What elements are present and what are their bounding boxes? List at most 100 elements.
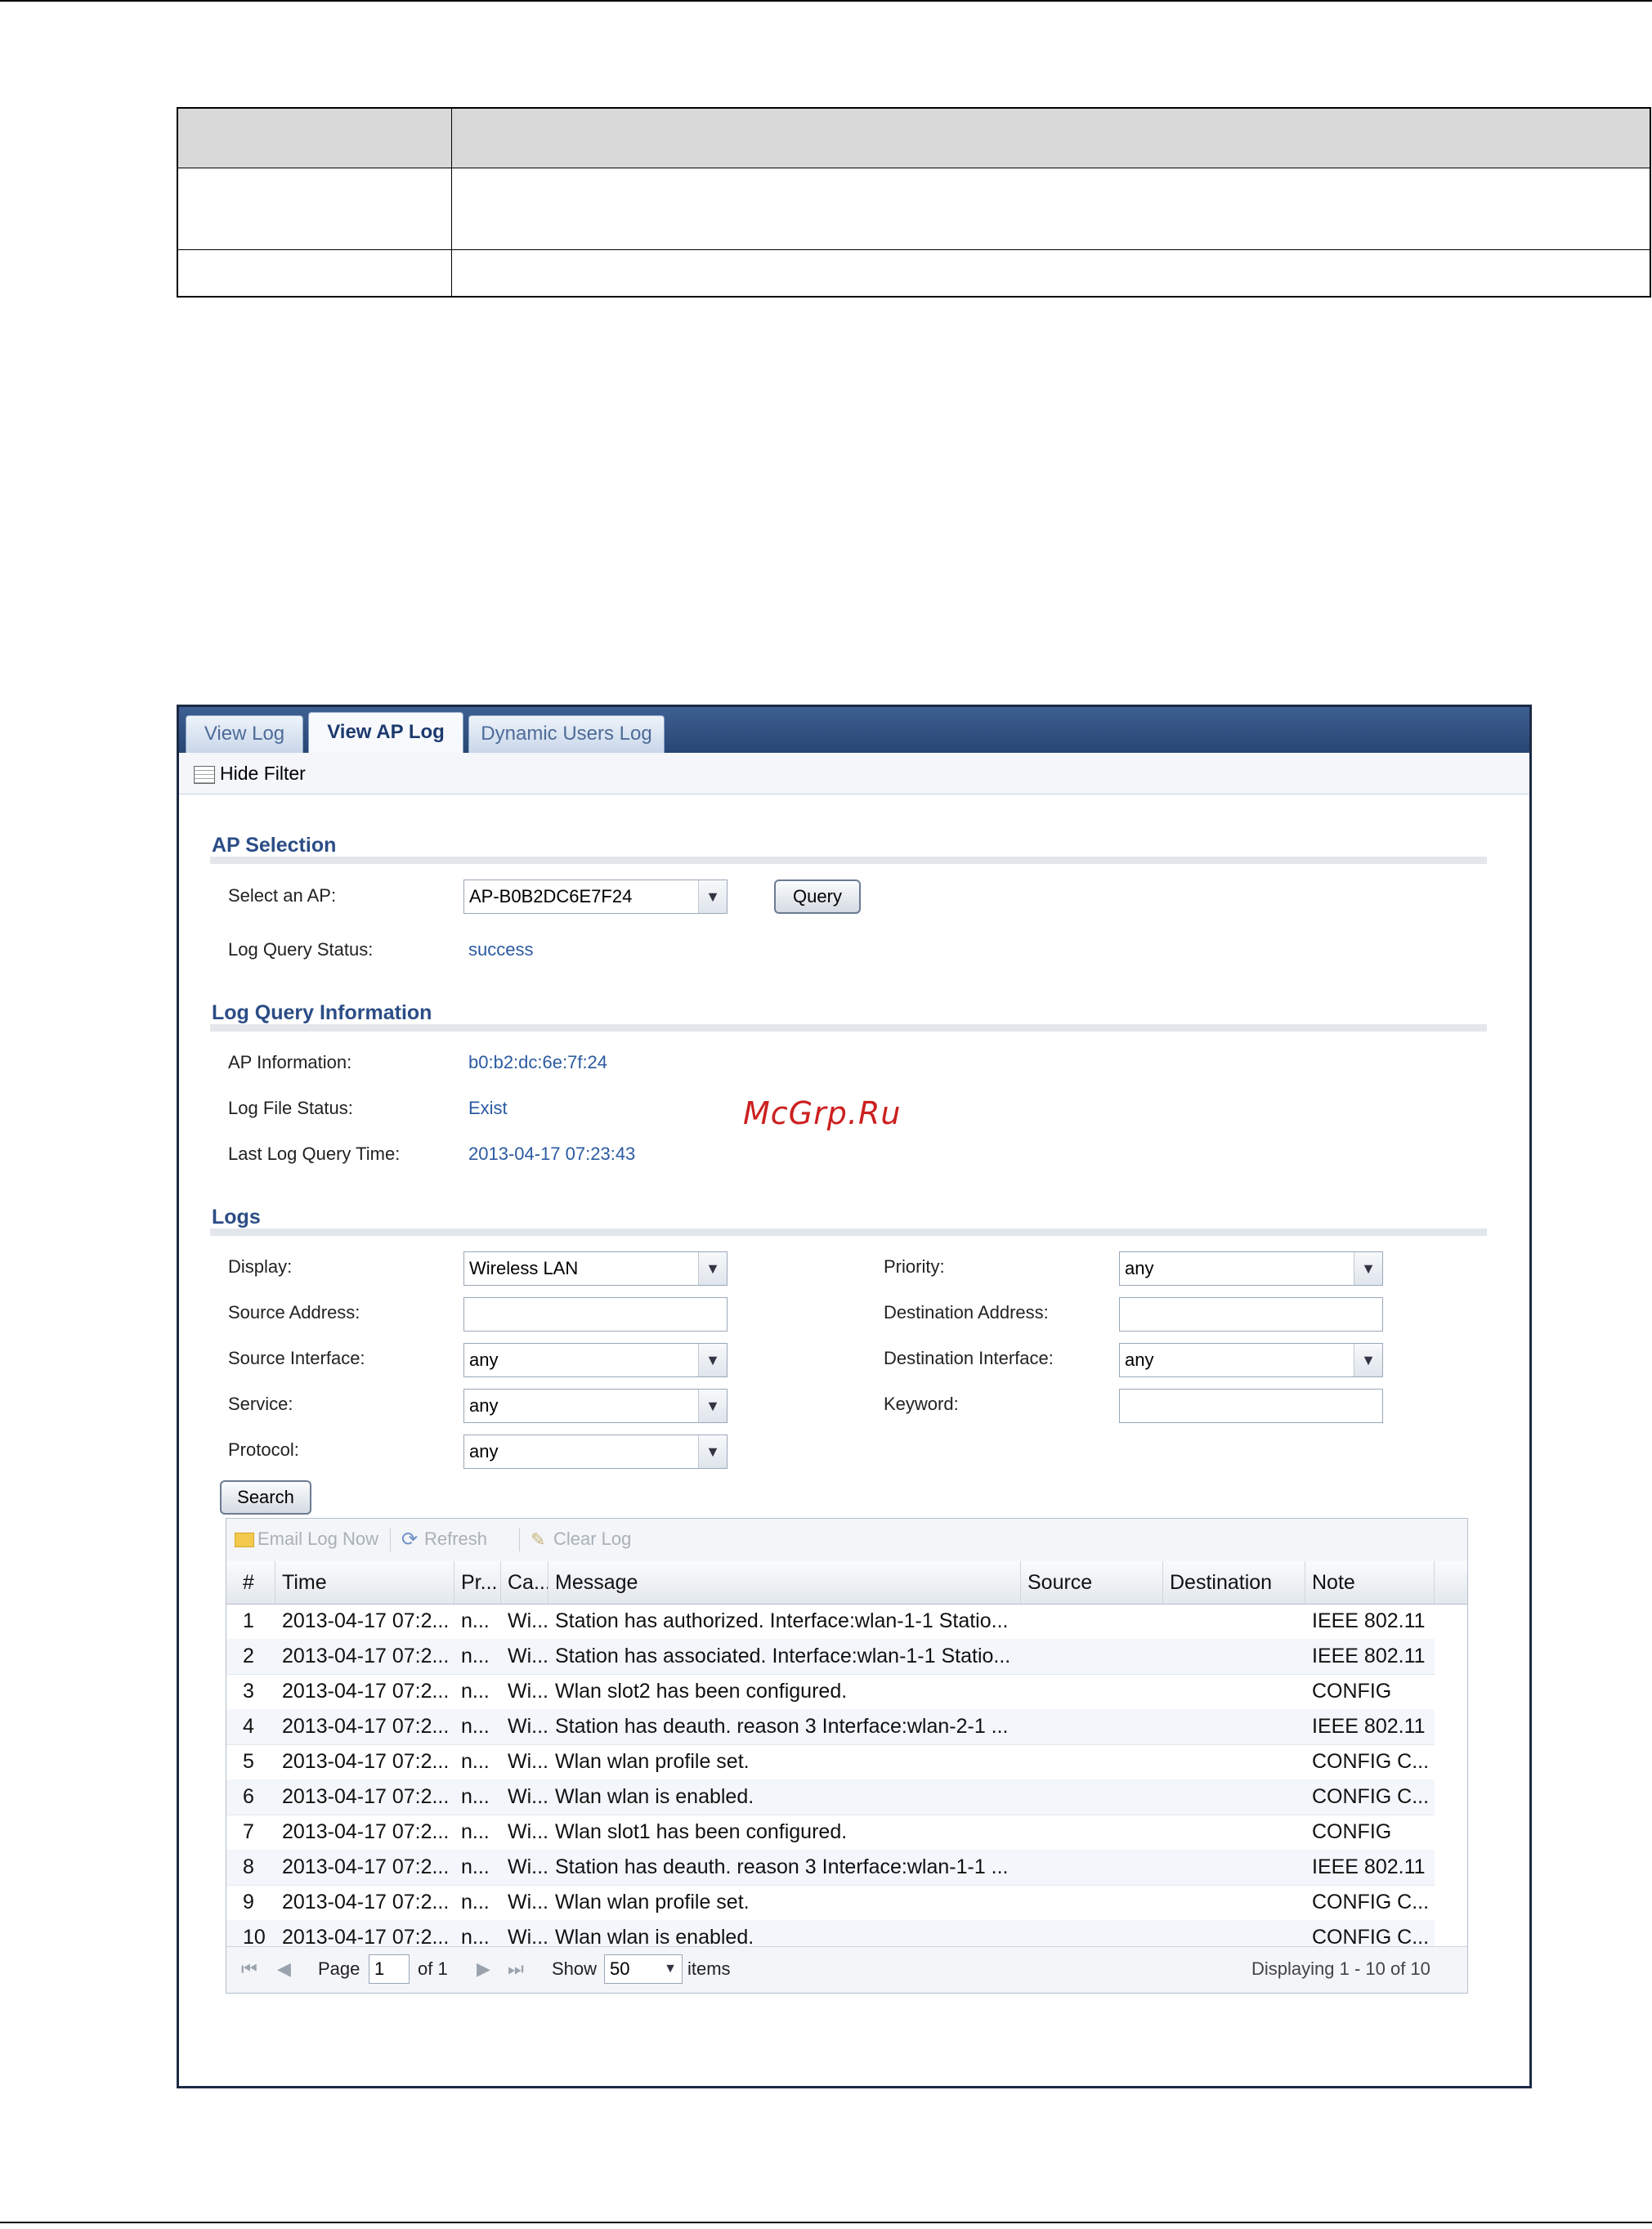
table-row[interactable]: 9 2013-04-17 07:2... n... Wi... Wlan wlan pr… <box>226 1885 1435 1921</box>
first-page-icon[interactable]: ⏮ <box>241 1958 257 1980</box>
cell-category: Wi... <box>508 1715 547 1738</box>
cell-time: 2013-04-17 07:2... <box>282 1715 450 1738</box>
clear-log-button[interactable]: ✎ Clear Log <box>531 1529 631 1550</box>
tab-dynamic-users-log[interactable]: Dynamic Users Log <box>468 715 665 753</box>
cell-destination <box>1170 1850 1304 1885</box>
tab-view-log[interactable]: View Log <box>186 715 303 753</box>
destination-interface-value: any <box>1125 1349 1154 1370</box>
last-page-icon[interactable]: ⏭ <box>508 1958 524 1980</box>
previous-page-icon[interactable]: ◀ <box>277 1958 291 1980</box>
cell-note: CONFIG C... <box>1312 1891 1430 1913</box>
log-file-status-value: Exist <box>468 1098 508 1118</box>
next-page-icon[interactable]: ▶ <box>477 1958 490 1980</box>
source-address-input[interactable] <box>463 1297 728 1332</box>
cell-time: 2013-04-17 07:2... <box>282 1820 450 1843</box>
cell-source <box>1027 1674 1162 1709</box>
cell-time: 2013-04-17 07:2... <box>282 1680 450 1703</box>
envelope-icon <box>235 1533 254 1548</box>
cell-destination <box>1170 1779 1304 1815</box>
doc-table-divider <box>451 109 452 296</box>
cell-priority: n... <box>461 1609 490 1632</box>
column-header-category[interactable]: Ca... <box>501 1561 548 1604</box>
last-log-query-time-label: Last Log Query Time: <box>228 1144 401 1164</box>
cell-time: 2013-04-17 07:2... <box>282 1609 450 1632</box>
broom-icon: ✎ <box>531 1529 546 1551</box>
cell-message: Station has authorized. Interface:wlan-1… <box>555 1609 1009 1632</box>
cell-note: CONFIG C... <box>1312 1785 1430 1808</box>
chevron-down-icon: ▼ <box>698 1435 727 1468</box>
column-header-priority[interactable]: Pr... <box>454 1561 501 1604</box>
ap-select[interactable]: AP-B0B2DC6E7F24 ▼ <box>463 880 728 914</box>
service-label: Service: <box>228 1394 293 1414</box>
doc-table <box>177 107 1651 298</box>
source-interface-label: Source Interface: <box>228 1348 365 1368</box>
column-header-note[interactable]: Note <box>1305 1561 1435 1604</box>
select-ap-label: Select an AP: <box>228 885 337 906</box>
cell-source <box>1027 1639 1162 1674</box>
destination-interface-select[interactable]: any ▼ <box>1119 1343 1383 1377</box>
ap-info-value: b0:b2:dc:6e:7f:24 <box>468 1052 608 1072</box>
cell-source <box>1027 1850 1162 1885</box>
cell-number: 9 <box>243 1891 254 1913</box>
table-row[interactable]: 2 2013-04-17 07:2... n... Wi... Station has … <box>226 1639 1435 1675</box>
chevron-down-icon: ▼ <box>698 1252 727 1285</box>
cell-priority: n... <box>461 1785 490 1808</box>
display-label: Display: <box>228 1256 293 1277</box>
page-size-select[interactable]: 50 ▼ <box>604 1954 683 1984</box>
destination-address-input[interactable] <box>1119 1297 1383 1332</box>
cell-number: 4 <box>243 1715 254 1738</box>
app-window: View Log View AP Log Dynamic Users Log H… <box>177 705 1532 2088</box>
cell-number: 7 <box>243 1820 254 1843</box>
table-row[interactable]: 6 2013-04-17 07:2... n... Wi... Wlan wlan is… <box>226 1779 1435 1815</box>
table-row[interactable]: 4 2013-04-17 07:2... n... Wi... Station has … <box>226 1709 1435 1745</box>
protocol-label: Protocol: <box>228 1439 299 1460</box>
service-select[interactable]: any ▼ <box>463 1389 728 1423</box>
log-query-status-label: Log Query Status: <box>228 939 374 960</box>
cell-source <box>1027 1604 1162 1639</box>
page-size-value: 50 <box>610 1958 630 1979</box>
table-row[interactable]: 1 2013-04-17 07:2... n... Wi... Station has … <box>226 1604 1435 1640</box>
column-header-time[interactable]: Time <box>275 1561 454 1604</box>
cell-time: 2013-04-17 07:2... <box>282 1750 450 1773</box>
table-icon <box>194 765 215 784</box>
column-header-source[interactable]: Source <box>1021 1561 1163 1604</box>
table-row[interactable]: 3 2013-04-17 07:2... n... Wi... Wlan slot2 h… <box>226 1674 1435 1710</box>
cell-category: Wi... <box>508 1645 547 1667</box>
cell-message: Station has deauth. reason 3 Interface:w… <box>555 1855 1009 1878</box>
refresh-label: Refresh <box>424 1529 488 1549</box>
cell-destination <box>1170 1885 1304 1920</box>
priority-select[interactable]: any ▼ <box>1119 1251 1383 1286</box>
query-button[interactable]: Query <box>774 880 861 914</box>
page-number-input[interactable]: 1 <box>369 1954 410 1984</box>
display-select[interactable]: Wireless LAN ▼ <box>463 1251 728 1286</box>
source-interface-select[interactable]: any ▼ <box>463 1343 728 1377</box>
keyword-label: Keyword: <box>884 1394 959 1414</box>
cell-time: 2013-04-17 07:2... <box>282 1855 450 1878</box>
search-button[interactable]: Search <box>220 1480 311 1515</box>
doc-table-header-row <box>178 109 1650 168</box>
cell-number: 5 <box>243 1750 254 1773</box>
column-header-number[interactable]: # <box>226 1561 275 1604</box>
refresh-button[interactable]: ⟳ Refresh <box>401 1529 487 1550</box>
email-log-now-button[interactable]: Email Log Now <box>235 1529 378 1550</box>
table-row[interactable]: 5 2013-04-17 07:2... n... Wi... Wlan wlan pr… <box>226 1744 1435 1780</box>
last-log-query-time-value: 2013-04-17 07:23:43 <box>468 1144 636 1164</box>
keyword-input[interactable] <box>1119 1389 1383 1423</box>
ap-info-label: AP Information: <box>228 1052 352 1072</box>
column-header-destination[interactable]: Destination <box>1163 1561 1305 1604</box>
table-row[interactable]: 7 2013-04-17 07:2... n... Wi... Wlan slot1 h… <box>226 1815 1435 1851</box>
cell-time: 2013-04-17 07:2... <box>282 1891 450 1913</box>
hide-filter-button[interactable]: Hide Filter <box>194 763 306 785</box>
section-divider <box>210 1024 1487 1032</box>
cell-category: Wi... <box>508 1891 547 1913</box>
grid-header: # Time Pr... Ca... Message Source Destin… <box>226 1561 1467 1605</box>
cell-note: CONFIG <box>1312 1820 1392 1843</box>
protocol-select[interactable]: any ▼ <box>463 1435 728 1469</box>
tab-view-ap-log[interactable]: View AP Log <box>308 712 463 753</box>
cell-destination <box>1170 1604 1304 1639</box>
cell-category: Wi... <box>508 1820 547 1843</box>
table-row[interactable]: 8 2013-04-17 07:2... n... Wi... Station has … <box>226 1850 1435 1886</box>
cell-message: Station has deauth. reason 3 Interface:w… <box>555 1715 1009 1738</box>
column-header-message[interactable]: Message <box>548 1561 1021 1604</box>
cell-number: 6 <box>243 1785 254 1808</box>
